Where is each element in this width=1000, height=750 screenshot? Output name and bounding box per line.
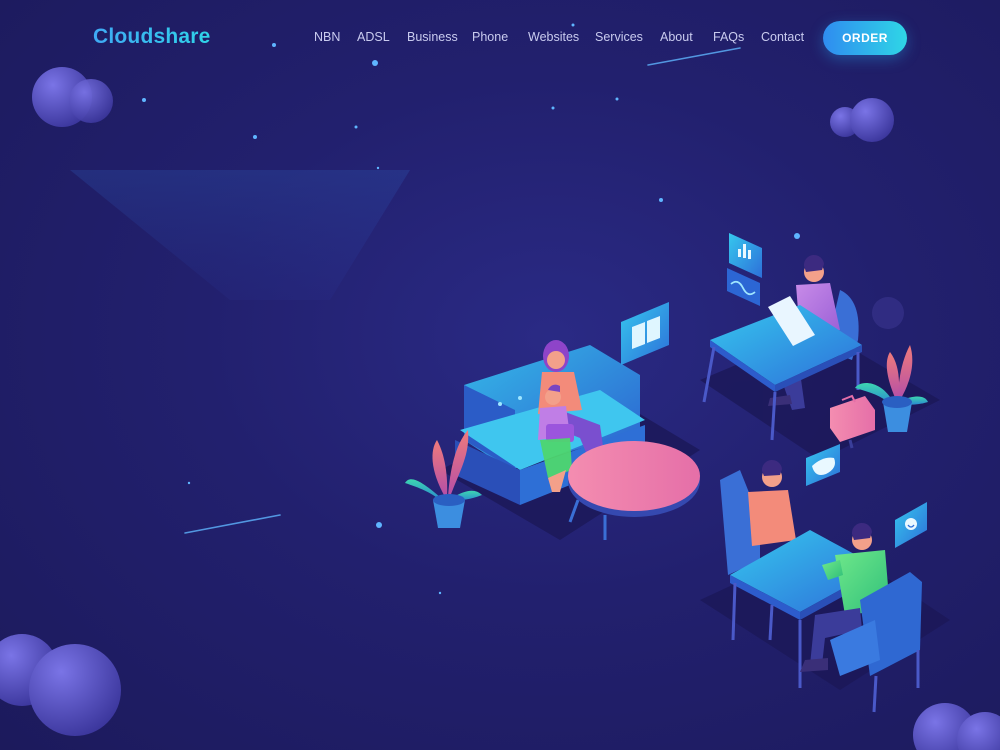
nav-link-business[interactable]: Business — [407, 30, 458, 44]
smiley-icon — [895, 502, 927, 548]
nav-link-phone[interactable]: Phone — [472, 30, 508, 44]
nav-link-about[interactable]: About — [660, 30, 693, 44]
hero-illustration — [0, 23, 1000, 750]
nav-link-contact[interactable]: Contact — [761, 30, 804, 44]
order-button[interactable]: ORDER — [823, 21, 907, 55]
glow-shape — [70, 170, 410, 300]
nav-link-adsl[interactable]: ADSL — [357, 30, 390, 44]
nav-link-services[interactable]: Services — [595, 30, 643, 44]
stars — [142, 23, 800, 595]
nav-link-faqs[interactable]: FAQs — [713, 30, 744, 44]
nav-link-websites[interactable]: Websites — [528, 30, 579, 44]
nav-link-nbn[interactable]: NBN — [314, 30, 340, 44]
coffee-table — [568, 441, 700, 540]
site-header: Cloudshare NBN ADSL Business Phone Websi… — [0, 0, 1000, 76]
brand-logo[interactable]: Cloudshare — [93, 25, 211, 49]
book-icon — [621, 302, 669, 365]
